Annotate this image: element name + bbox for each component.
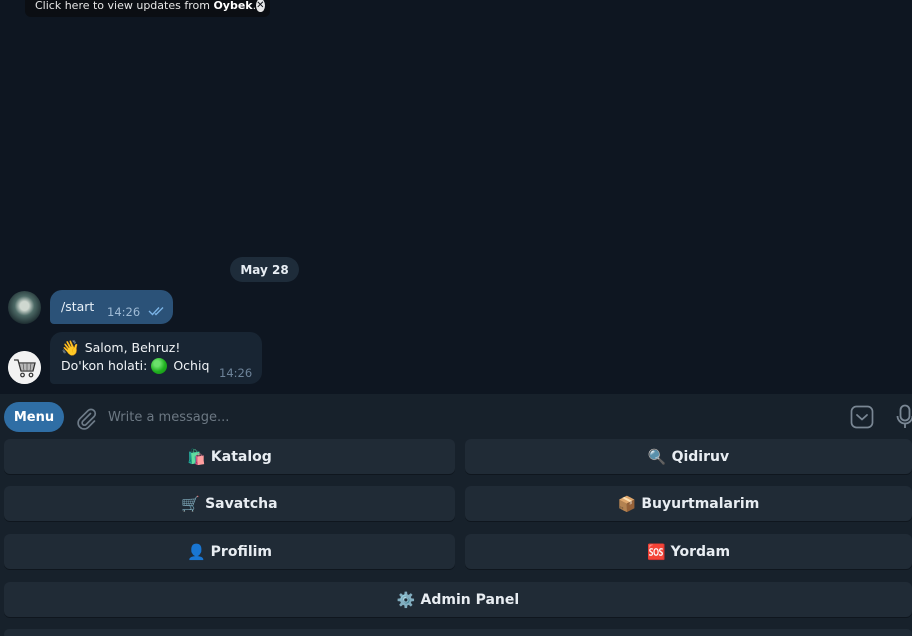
keyboard-button-savatcha[interactable]: 🛒 Savatcha bbox=[4, 486, 455, 521]
bot-reply-keyboard: 🛍️ Katalog 🔍 Qidiruv 🛒 Savatcha 📦 Buyurt… bbox=[0, 439, 912, 636]
keyboard-button-qidiruv[interactable]: 🔍 Qidiruv bbox=[465, 439, 912, 474]
toast-text: Click here to view updates from Oybek. bbox=[35, 0, 257, 12]
keyboard-button-label: Buyurtmalarim bbox=[641, 495, 760, 512]
magnifier-icon: 🔍 bbox=[647, 447, 667, 466]
shopping-cart-icon: 🛒 bbox=[181, 494, 201, 513]
keyboard-button-yordam[interactable]: 🆘 Yordam bbox=[465, 534, 912, 569]
updates-toast[interactable]: Click here to view updates from Oybek. ✕ bbox=[25, 0, 270, 17]
read-checkmarks-icon bbox=[148, 307, 164, 316]
gear-icon: ⚙️ bbox=[396, 590, 416, 609]
keyboard-button-label: Qidiruv bbox=[671, 448, 730, 465]
message-time: 14:26 bbox=[219, 366, 253, 380]
incoming-message[interactable]: 👋 Salom, Behruz! Do'kon holati: Ochiq 14… bbox=[50, 332, 262, 384]
message-text: /start bbox=[61, 299, 95, 314]
keyboard-button-profilim[interactable]: 👤 Profilim bbox=[4, 534, 455, 569]
shopping-bags-icon: 🛍️ bbox=[187, 447, 206, 466]
keyboard-button-katalog[interactable]: 🛍️ Katalog bbox=[4, 439, 455, 474]
message-input[interactable] bbox=[108, 403, 808, 431]
keyboard-toggle-icon[interactable] bbox=[850, 405, 874, 429]
user-avatar[interactable] bbox=[8, 291, 41, 324]
keyboard-button-label: Katalog bbox=[210, 448, 272, 465]
chat-history[interactable]: Click here to view updates from Oybek. ✕… bbox=[0, 0, 912, 394]
greeting-text: Salom, Behruz! bbox=[84, 340, 181, 355]
microphone-icon[interactable] bbox=[896, 404, 912, 430]
keyboard-button-label: Profilim bbox=[210, 543, 273, 560]
shopping-cart-icon bbox=[8, 351, 41, 384]
outgoing-message[interactable]: /start 14:26 bbox=[50, 290, 173, 324]
keyboard-button-label: Savatcha bbox=[205, 495, 278, 512]
waving-hand-icon: 👋 bbox=[61, 339, 80, 357]
message-composer: Menu bbox=[0, 394, 912, 440]
keyboard-button-buyurtmalarim[interactable]: 📦 Buyurtmalarim bbox=[465, 486, 912, 521]
paperclip-icon[interactable] bbox=[75, 406, 97, 430]
keyboard-button-label: Yordam bbox=[670, 543, 731, 560]
close-icon[interactable]: ✕ bbox=[256, 0, 265, 12]
user-silhouette-icon: 👤 bbox=[186, 542, 206, 561]
green-circle-icon bbox=[151, 358, 168, 374]
keyboard-button-partial[interactable] bbox=[4, 629, 912, 636]
message-time: 14:26 bbox=[107, 305, 141, 319]
shop-status-label: Do'kon holati: bbox=[61, 358, 148, 373]
shop-status-value: Ochiq bbox=[173, 358, 210, 373]
bot-avatar[interactable] bbox=[8, 351, 41, 384]
toast-sender: Oybek bbox=[213, 0, 253, 12]
sos-icon: 🆘 bbox=[646, 542, 666, 561]
menu-button[interactable]: Menu bbox=[4, 402, 64, 432]
date-separator: May 28 bbox=[230, 257, 299, 282]
telegram-chat-window: Click here to view updates from Oybek. ✕… bbox=[0, 0, 912, 636]
keyboard-button-label: Admin Panel bbox=[420, 591, 520, 608]
keyboard-button-admin-panel[interactable]: ⚙️ Admin Panel bbox=[4, 582, 912, 617]
package-icon: 📦 bbox=[617, 494, 637, 513]
greeting-line: 👋 Salom, Behruz! bbox=[61, 339, 262, 357]
